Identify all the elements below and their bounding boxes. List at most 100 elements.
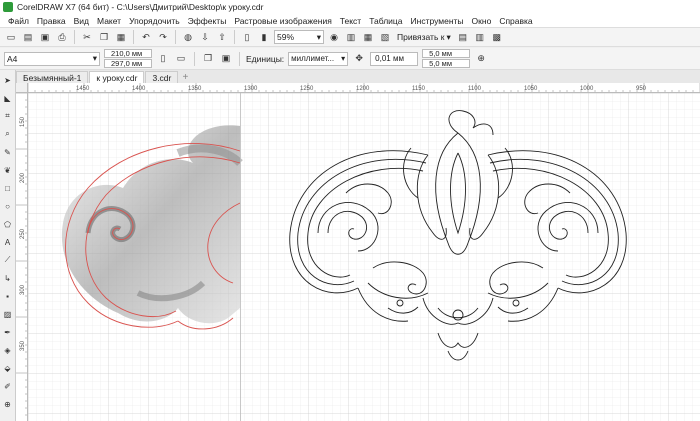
menu-table[interactable]: Таблица <box>365 16 406 26</box>
document-tabs: Безымянный-1 к уроку.cdr 3.cdr + <box>16 70 700 83</box>
menu-text[interactable]: Текст <box>336 16 365 26</box>
ellipse-tool-icon[interactable]: ○ <box>2 200 14 212</box>
tab-untitled-1[interactable]: Безымянный-1 <box>16 71 89 83</box>
horizontal-ruler[interactable]: 1450 1400 1350 1300 1250 1200 1150 1100 … <box>28 83 700 93</box>
property-bar: A4 ▾ 210,0 мм 297,0 мм ▯ ▭ ❐ ▣ Единицы: … <box>0 48 700 70</box>
units-value: миллимет... <box>291 54 335 63</box>
menu-layout[interactable]: Макет <box>93 16 125 26</box>
drop-shadow-icon[interactable]: ▪ <box>2 290 14 302</box>
crop-tool-icon[interactable]: ⌗ <box>2 110 14 122</box>
zoom-tool-icon[interactable]: ⌕ <box>2 128 14 140</box>
duplicate-distance: 5,0 мм 5,0 мм <box>422 49 471 68</box>
menu-bitmaps[interactable]: Растровые изображения <box>230 16 335 26</box>
title-bar: CorelDRAW X7 (64 бит) - C:\Users\Дмитрий… <box>0 0 700 14</box>
text-tool-icon[interactable]: A <box>2 236 14 248</box>
quick-customize-icon[interactable]: ⊕ <box>474 52 488 66</box>
ruler-label: 1100 <box>468 86 482 92</box>
artistic-media-icon[interactable]: ❦ <box>2 164 14 176</box>
menu-effects[interactable]: Эффекты <box>184 16 231 26</box>
menu-view[interactable]: Вид <box>70 16 93 26</box>
duplicate-x-field[interactable]: 5,0 мм <box>422 49 471 58</box>
copy-icon[interactable]: ❐ <box>97 30 111 44</box>
page-dimensions: 210,0 мм 297,0 мм <box>104 49 152 68</box>
undo-icon[interactable]: ↶ <box>139 30 153 44</box>
menu-edit[interactable]: Правка <box>33 16 70 26</box>
page-size-select[interactable]: A4 ▾ <box>4 51 100 66</box>
snap-to-dropdown[interactable]: Привязать к ▾ <box>395 32 453 43</box>
tab-3-cdr[interactable]: 3.cdr <box>145 71 179 83</box>
transparency-tool-icon[interactable]: ▨ <box>2 308 14 320</box>
ruler-label: 1050 <box>524 86 538 92</box>
connector-tool-icon[interactable]: ↳ <box>2 272 14 284</box>
freehand-tool-icon[interactable]: ✎ <box>2 146 14 158</box>
redo-icon[interactable]: ↷ <box>156 30 170 44</box>
app-launcher-icon[interactable]: ▮ <box>257 30 271 44</box>
ruler-label: 1250 <box>300 86 314 92</box>
units-select[interactable]: миллимет... ▾ <box>288 51 349 66</box>
toolbar-divider <box>234 30 235 44</box>
units-label: Единицы: <box>246 53 285 64</box>
polygon-tool-icon[interactable]: ⬠ <box>2 218 14 230</box>
all-pages-icon[interactable]: ❐ <box>201 52 215 66</box>
drawing-canvas[interactable] <box>28 93 700 421</box>
options-icon[interactable]: ▤ <box>456 30 470 44</box>
ruler-origin[interactable] <box>16 83 28 93</box>
bitmap-edge <box>240 93 241 421</box>
standard-toolbar: ▭ ▤ ▣ ⎙ ✂ ❐ ▦ ↶ ↷ ◍ ⇩ ⇧ ▯ ▮ 59% ▾ ◉ ▥ ▦ … <box>0 27 700 47</box>
page-height-field[interactable]: 297,0 мм <box>104 59 152 68</box>
page-width-field[interactable]: 210,0 мм <box>104 49 152 58</box>
color-icon[interactable]: ▩ <box>490 30 504 44</box>
chevron-down-icon: ▾ <box>446 31 451 42</box>
ruler-label: 1350 <box>188 86 202 92</box>
open-icon[interactable]: ▤ <box>21 30 35 44</box>
portrait-icon[interactable]: ▯ <box>156 52 170 66</box>
current-page-icon[interactable]: ▣ <box>219 52 233 66</box>
menu-window[interactable]: Окно <box>468 16 496 26</box>
outline-pen-icon[interactable]: ✐ <box>2 380 14 392</box>
menu-tools[interactable]: Инструменты <box>407 16 468 26</box>
duplicate-y-field[interactable]: 5,0 мм <box>422 59 471 68</box>
cut-icon[interactable]: ✂ <box>80 30 94 44</box>
paste-icon[interactable]: ▦ <box>114 30 128 44</box>
menu-help[interactable]: Справка <box>495 16 536 26</box>
landscape-icon[interactable]: ▭ <box>174 52 188 66</box>
shape-tool-icon[interactable]: ◣ <box>2 92 14 104</box>
chevron-down-icon: ▾ <box>316 31 321 42</box>
grid-icon[interactable]: ▦ <box>361 30 375 44</box>
eyedropper-tool-icon[interactable]: ✒ <box>2 326 14 338</box>
rectangle-tool-icon[interactable]: □ <box>2 182 14 194</box>
publish-pdf-icon[interactable]: ▯ <box>240 30 254 44</box>
tab-k-uroku[interactable]: к уроку.cdr <box>89 71 145 83</box>
ruler-label: 250 <box>20 228 26 239</box>
launch-icon[interactable]: ▥ <box>473 30 487 44</box>
snap-label: Привязать к <box>397 32 445 42</box>
zoom-select[interactable]: 59% ▾ <box>274 30 324 44</box>
menu-file[interactable]: Файл <box>4 16 33 26</box>
save-icon[interactable]: ▣ <box>38 30 52 44</box>
pick-tool-icon[interactable]: ➤ <box>2 74 14 86</box>
print-icon[interactable]: ⎙ <box>55 30 69 44</box>
parallel-dimension-icon[interactable]: ⟋ <box>2 254 14 266</box>
menu-arrange[interactable]: Упорядочить <box>125 16 184 26</box>
guidelines-icon[interactable]: ▧ <box>378 30 392 44</box>
import-icon[interactable]: ⇩ <box>198 30 212 44</box>
vertical-ruler[interactable]: 150 200 250 300 350 <box>16 93 28 421</box>
full-screen-icon[interactable]: ◉ <box>327 30 341 44</box>
window-title: CorelDRAW X7 (64 бит) - C:\Users\Дмитрий… <box>17 2 264 12</box>
search-content-icon[interactable]: ◍ <box>181 30 195 44</box>
interactive-fill-icon[interactable]: ◈ <box>2 344 14 356</box>
add-tool-icon[interactable]: ⊕ <box>2 398 14 410</box>
toolbar-divider <box>239 51 240 66</box>
rulers-icon[interactable]: ▥ <box>344 30 358 44</box>
toolbar-divider <box>175 30 176 44</box>
toolbar-divider <box>194 51 195 66</box>
ruler-label: 1400 <box>132 86 146 92</box>
smart-fill-icon[interactable]: ⬙ <box>2 362 14 374</box>
new-document-icon[interactable]: ▭ <box>4 30 18 44</box>
add-tab-icon[interactable]: + <box>179 71 191 83</box>
ruler-ticks <box>16 93 27 416</box>
nudge-distance-field[interactable]: 0,01 мм <box>370 51 419 66</box>
ruler-label: 950 <box>636 86 647 92</box>
export-icon[interactable]: ⇧ <box>215 30 229 44</box>
ruler-label: 1300 <box>244 86 258 92</box>
